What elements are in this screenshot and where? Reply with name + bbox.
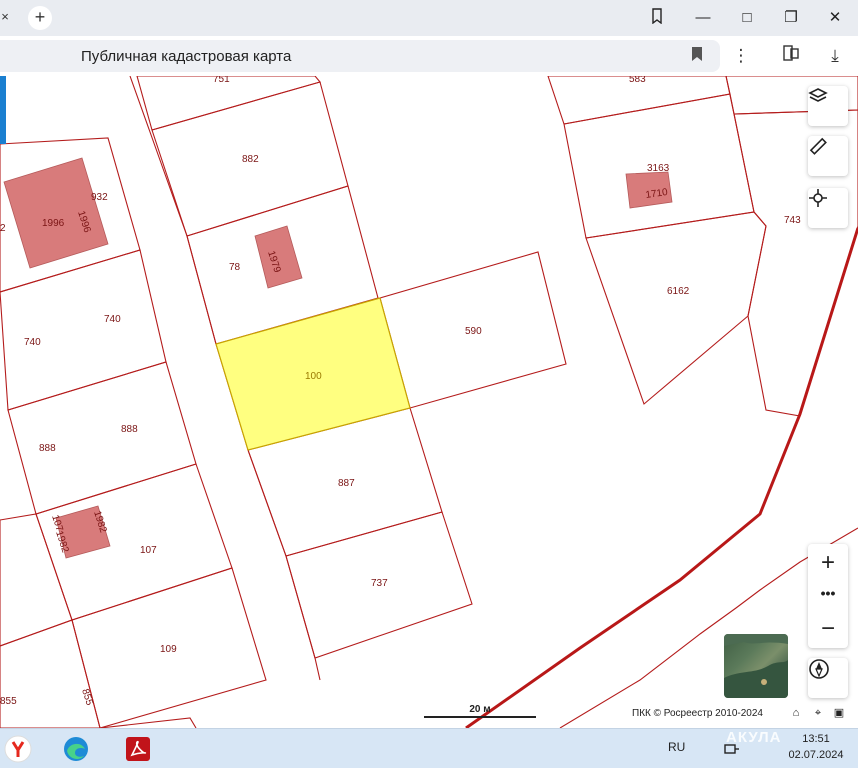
clock-date: 02.07.2024 bbox=[788, 749, 844, 761]
minimap-image bbox=[724, 634, 788, 698]
fullscreen-icon[interactable]: ▣ bbox=[832, 706, 846, 720]
minimize-window-button[interactable]: — bbox=[692, 8, 714, 28]
minus-icon: − bbox=[820, 615, 835, 642]
clock-time: 13:51 bbox=[802, 733, 830, 745]
zoom-out-button[interactable]: − bbox=[808, 612, 848, 646]
parcel-label: 6162 bbox=[667, 286, 690, 297]
ruler-button[interactable] bbox=[808, 136, 848, 176]
new-tab-button[interactable]: + bbox=[28, 6, 52, 30]
parcel-label: 740 bbox=[24, 337, 41, 348]
parcel-label: 590 bbox=[465, 326, 482, 337]
map-scale: 20 м bbox=[424, 704, 536, 718]
system-clock[interactable]: 13:51 02.07.2024 bbox=[786, 731, 846, 763]
home-icon[interactable]: ⌂ bbox=[789, 706, 803, 720]
collections-icon[interactable] bbox=[646, 8, 668, 28]
ruler-icon bbox=[809, 137, 827, 155]
cadastral-map[interactable]: 751 882 78 590 887 737 932 740 740 888 8… bbox=[0, 76, 858, 728]
compass-icon bbox=[809, 659, 829, 679]
parcel-label: 107 bbox=[140, 545, 157, 556]
browser-tab-bar: × + — □ ❐ ✕ bbox=[0, 0, 858, 36]
more-options-button[interactable]: ••• bbox=[808, 578, 848, 612]
parcel-label: 78 bbox=[229, 262, 241, 273]
close-tab-icon[interactable]: × bbox=[0, 6, 14, 28]
layers-icon bbox=[808, 88, 828, 102]
boundary-line bbox=[465, 227, 858, 728]
parcel-label: 583 bbox=[629, 76, 646, 85]
menu-dots-icon[interactable]: ⋮ bbox=[730, 44, 752, 68]
zoom-in-button[interactable]: + bbox=[808, 546, 848, 580]
parcel-label: 740 bbox=[104, 314, 121, 325]
parcel-label: 887 bbox=[338, 478, 355, 489]
plus-icon: + bbox=[820, 549, 835, 576]
parcel-label: 109 bbox=[160, 644, 177, 655]
map-canvas[interactable]: 751 882 78 590 887 737 932 740 740 888 8… bbox=[0, 76, 858, 728]
layers-button[interactable] bbox=[808, 86, 848, 126]
parcel-label: 737 bbox=[371, 578, 388, 589]
edge-browser-taskbar-icon[interactable] bbox=[56, 731, 96, 767]
target-icon[interactable]: ⌖ bbox=[811, 706, 825, 720]
pdf-reader-taskbar-icon[interactable] bbox=[118, 731, 158, 767]
maximize-window-button[interactable]: ❐ bbox=[780, 8, 802, 28]
watermark-text: АКУЛА bbox=[726, 729, 782, 746]
address-bar: Публичная кадастровая карта ⋮ ⤓ bbox=[0, 36, 858, 76]
yandex-browser-taskbar-icon[interactable] bbox=[0, 731, 38, 767]
selected-parcel-label: 100 bbox=[305, 371, 322, 382]
parcel-label: 932 bbox=[91, 192, 108, 203]
side-panel-tab[interactable] bbox=[0, 76, 6, 144]
scale-bar bbox=[424, 716, 536, 718]
os-taskbar: RU АКУЛА 13:51 02.07.2024 bbox=[0, 728, 858, 768]
parcel-label: 2 bbox=[0, 223, 6, 234]
zoom-controls: + ••• − bbox=[808, 544, 848, 648]
parcel-label: 888 bbox=[121, 424, 138, 435]
compass-button[interactable] bbox=[808, 658, 848, 698]
copyright-text: ПКК © Росреестр 2010-2024 bbox=[632, 708, 763, 719]
more-dots-icon: ••• bbox=[820, 585, 836, 601]
download-icon[interactable]: ⤓ bbox=[824, 44, 846, 68]
parcel-outlines bbox=[0, 76, 858, 728]
locate-button[interactable] bbox=[808, 188, 848, 228]
parcel-label: 855 bbox=[79, 688, 95, 708]
building-label: 1996 bbox=[42, 218, 65, 229]
scale-label: 20 м bbox=[469, 704, 491, 715]
extensions-icon[interactable] bbox=[780, 44, 802, 68]
satellite-minimap[interactable] bbox=[724, 634, 788, 698]
parcel-label: 3163 bbox=[647, 163, 670, 174]
parcel-label: 888 bbox=[39, 443, 56, 454]
keyboard-language[interactable]: RU bbox=[668, 740, 685, 754]
crosshair-icon bbox=[809, 189, 827, 207]
close-window-button[interactable]: ✕ bbox=[824, 8, 846, 28]
parcel-label: 882 bbox=[242, 154, 259, 165]
page-title[interactable]: Публичная кадастровая карта bbox=[81, 48, 291, 65]
parcel-label: 855 bbox=[0, 696, 17, 707]
parcel-label: 751 bbox=[213, 76, 230, 85]
bookmark-icon[interactable] bbox=[690, 46, 704, 64]
parcel-label: 743 bbox=[784, 215, 801, 226]
restore-window-button[interactable]: □ bbox=[736, 8, 758, 28]
